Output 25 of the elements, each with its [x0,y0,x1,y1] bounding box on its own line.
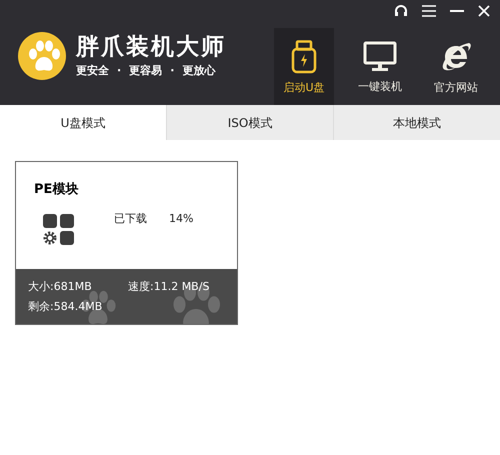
slogan-text: · [170,64,174,76]
remaining-text: 剩余:584.4MB [28,300,102,312]
slogan-text: 更容易 [129,64,162,76]
nav-button[interactable]: 一键装机 [350,28,410,105]
mode-tab[interactable]: ISO模式 [166,105,333,140]
size-text: 大小:681MB [28,279,93,295]
menu-icon[interactable] [422,5,436,17]
close-icon[interactable] [478,5,490,17]
module-settings-icon [43,214,74,245]
slogan-text: 更安全 [76,64,109,76]
support-icon[interactable] [394,4,408,18]
slogan-text: · [117,64,122,76]
minimize-icon[interactable] [450,10,464,12]
monitor-icon [363,41,397,73]
paw-logo-icon [18,32,66,80]
slogan-text: 更放心 [182,64,216,76]
speed-text: 速度:11.2 MB/S [128,279,210,295]
nav-button[interactable]: 官方网站 [426,28,486,105]
app-title: 胖爪装机大师 [76,36,226,58]
nav-button[interactable]: 启动U盘 [274,28,334,105]
usb-drive-icon [291,40,317,74]
download-status: 已下载 [114,211,147,227]
mode-tab[interactable]: 本地模式 [333,105,500,140]
module-title: PE模块 [34,182,78,197]
download-percent: 14% [169,211,194,227]
